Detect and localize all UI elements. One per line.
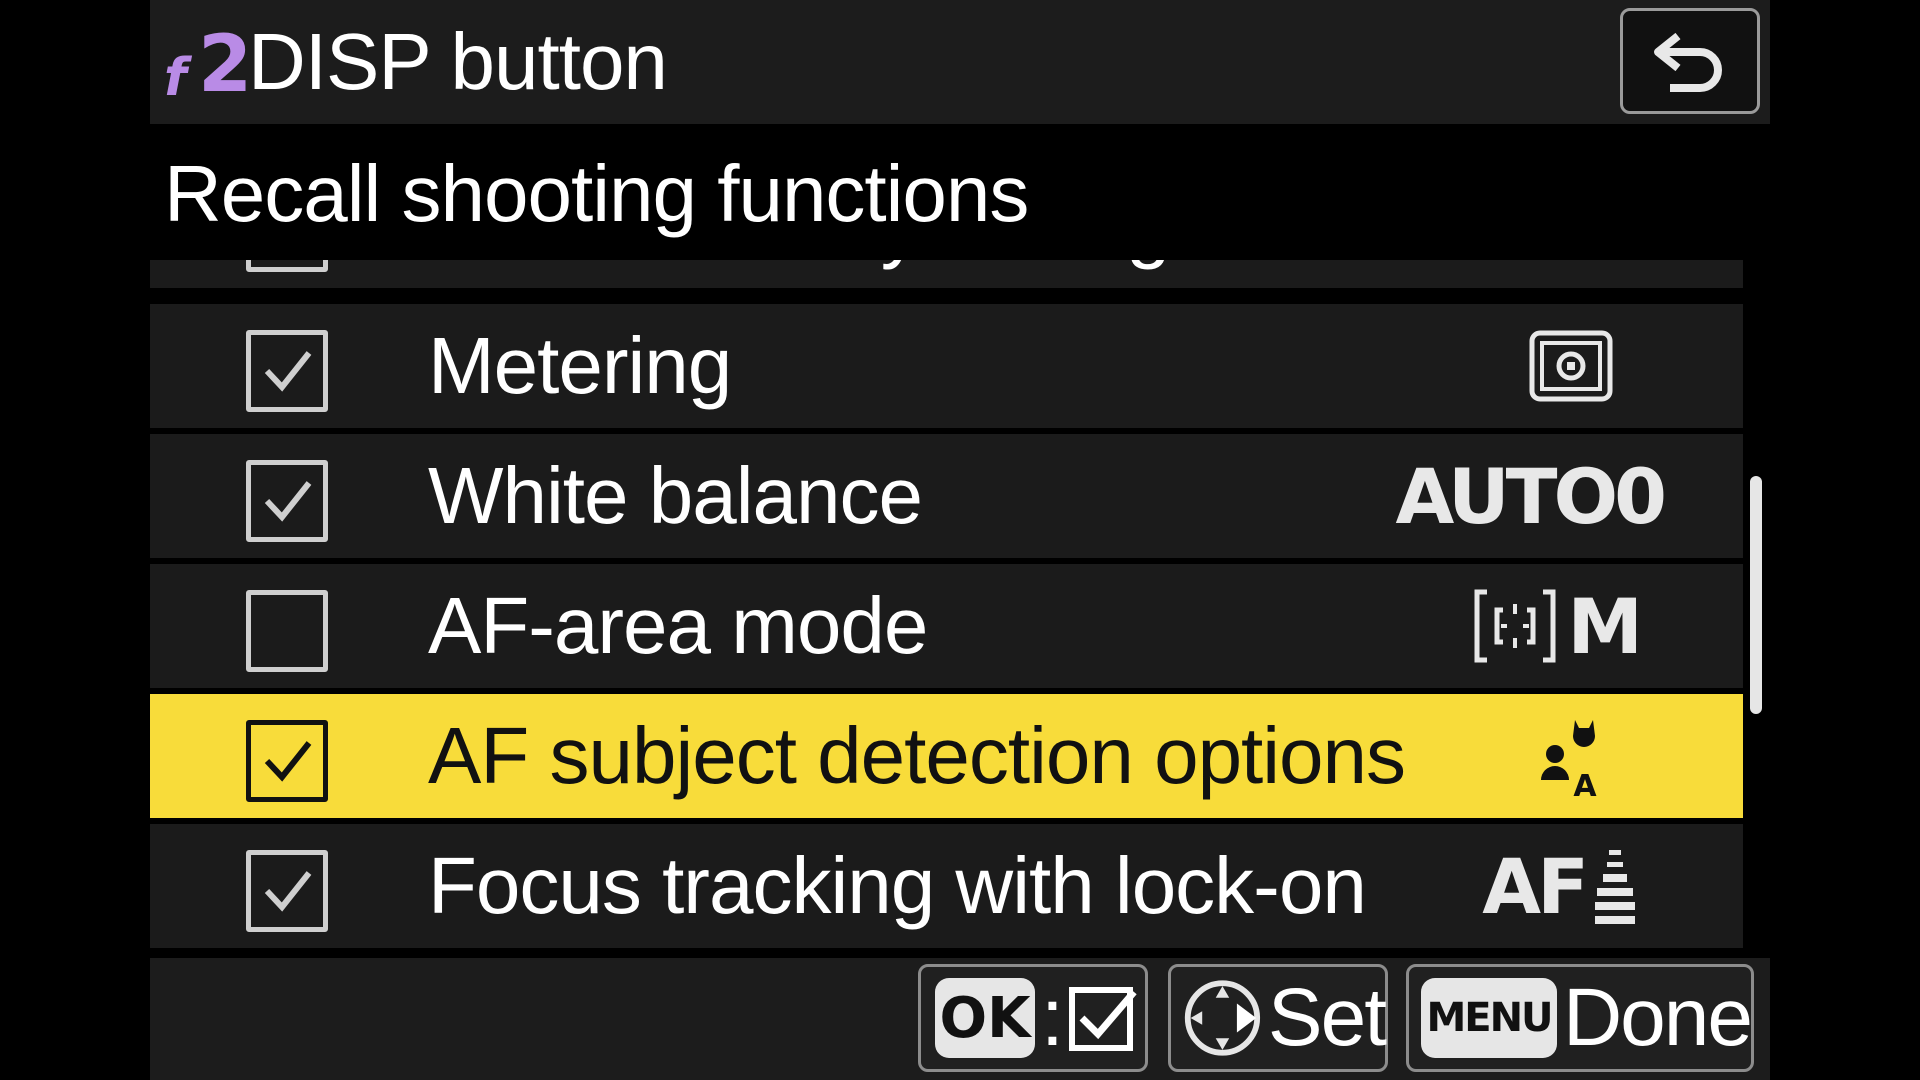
checkbox-checked[interactable] [246, 850, 328, 932]
svg-text:A: A [1573, 769, 1597, 798]
checkbox-checked[interactable] [246, 460, 328, 542]
ok-separator: : [1041, 972, 1064, 1063]
page-subtitle: Recall shooting functions [164, 149, 1029, 238]
ok-toggle-button[interactable]: OK : [918, 964, 1148, 1072]
footer-bar: OK : Set MENU Done [150, 958, 1770, 1080]
check-icon [264, 871, 312, 912]
list-item-label: Focus tracking with lock-on [428, 841, 1367, 930]
scrollbar[interactable] [1750, 260, 1762, 948]
list-item-white-balance[interactable]: White balance AUTO0 [150, 434, 1743, 558]
menu-header: f 2 DISP button [150, 0, 1770, 124]
tracking-bars-icon [1595, 850, 1635, 924]
list-item-af-subject-detection[interactable]: AF subject detection options A [150, 694, 1743, 818]
value-white-balance: AUTO0 [1395, 451, 1667, 541]
menu-done-button[interactable]: MENU Done [1406, 964, 1754, 1072]
value-metering [1529, 314, 1613, 418]
list-item-label: AF-area mode [428, 581, 928, 670]
focus-tracking-af-text: AF [1482, 841, 1589, 931]
multi-selector-set-button[interactable]: Set [1168, 964, 1388, 1072]
set-label: Set [1267, 972, 1387, 1063]
af-area-mode-letter: M [1567, 581, 1643, 671]
list-item-label: ISO sensitivity settings [428, 260, 1210, 276]
scroll-thumb[interactable] [1750, 476, 1762, 714]
check-icon [264, 481, 312, 522]
subject-detection-auto-icon: A [1541, 720, 1601, 798]
menu-code-letter: f [164, 48, 187, 108]
list-item-label: White balance [428, 451, 923, 540]
check-icon [264, 741, 312, 782]
value-af-area-mode: M [1473, 574, 1643, 678]
camera-menu-screen: f 2 DISP button Recall shooting function… [150, 0, 1770, 1080]
page-title: DISP button [248, 17, 668, 106]
list-item-af-area-mode[interactable]: AF-area mode M [150, 564, 1743, 688]
checkbox-unchecked[interactable] [246, 590, 328, 672]
matrix-metering-icon [1529, 330, 1613, 402]
value-subject-detection: A [1539, 704, 1603, 808]
function-list: ISO sensitivity settings Metering [150, 260, 1743, 948]
list-item-metering[interactable]: Metering [150, 304, 1743, 428]
list-item[interactable]: ISO sensitivity settings [150, 260, 1743, 288]
af-area-bracket-icon [1474, 589, 1556, 663]
check-icon [264, 351, 312, 392]
list-item-label: AF subject detection options [428, 711, 1406, 800]
checkbox-checked[interactable] [246, 720, 328, 802]
ok-key: OK [935, 978, 1035, 1058]
multi-selector-icon [1184, 980, 1261, 1056]
checkbox-icon [1068, 987, 1137, 1051]
list-item-focus-tracking[interactable]: Focus tracking with lock-on AF [150, 824, 1743, 948]
menu-key: MENU [1421, 978, 1557, 1058]
back-arrow-icon [1654, 32, 1722, 92]
list-item-label: Metering [428, 321, 732, 410]
checkbox-checked[interactable] [246, 330, 328, 412]
checkbox[interactable] [246, 260, 328, 272]
back-button[interactable] [1620, 8, 1760, 114]
menu-code-number: 2 [198, 20, 253, 110]
done-label: Done [1562, 972, 1753, 1063]
value-focus-tracking: AF [1482, 834, 1637, 938]
